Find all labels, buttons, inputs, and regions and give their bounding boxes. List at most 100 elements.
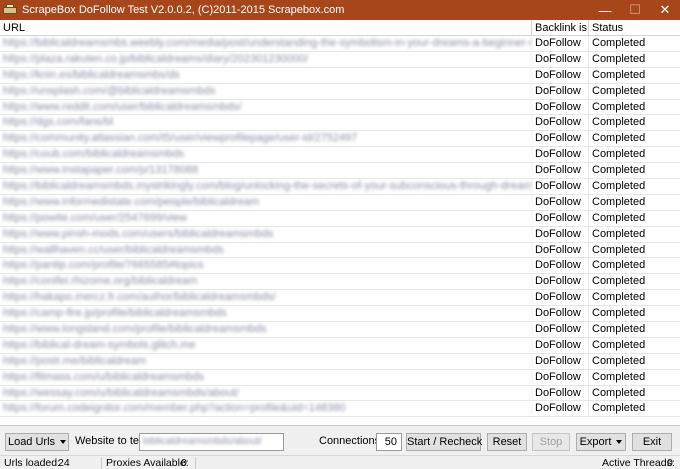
backlink-cell: DoFollow [532, 274, 589, 290]
status-cell: Completed [592, 52, 646, 65]
proxies-label: Proxies Available: [106, 457, 189, 469]
backlink-cell: DoFollow [532, 194, 589, 210]
chevron-down-icon [616, 440, 623, 445]
connections-input[interactable]: 50 [376, 433, 402, 451]
url-cell: https://hakapo.mercz.fr.com/author/bibli… [0, 290, 532, 306]
backlink-cell: DoFollow [532, 115, 589, 131]
proxies-count: 0 [181, 457, 187, 469]
table-row[interactable]: https://biblical-dream-symbols.glitch.me… [0, 337, 680, 354]
load-urls-label: Load Urls [7, 436, 56, 448]
backlink-cell: DoFollow [532, 210, 589, 226]
column-header-backlink[interactable]: Backlink is [532, 20, 589, 35]
table-row[interactable]: https://www.pinsh-mods.com/users/biblica… [0, 226, 680, 243]
backlink-cell: DoFollow [532, 147, 589, 163]
export-button[interactable]: Export [576, 433, 626, 451]
url-cell: https://biblicaldreamsmbs.weebly.com/med… [0, 36, 532, 51]
url-cell: https://wallhaven.cc/user/biblicaldreams… [0, 242, 532, 258]
exit-button[interactable]: Exit [632, 433, 672, 451]
backlink-cell: DoFollow [532, 179, 589, 194]
minimize-button[interactable]: — [590, 0, 620, 20]
table-row[interactable]: https://plaza.rakuten.co.jp/biblicaldrea… [0, 51, 680, 68]
load-urls-button[interactable]: Load Urls [5, 433, 69, 451]
status-divider [195, 457, 196, 469]
status-cell: Completed [592, 402, 646, 415]
table-row[interactable]: https://wallhaven.cc/user/biblicaldreams… [0, 242, 680, 259]
backlink-cell: DoFollow [532, 369, 589, 385]
url-cell: https://www.longsland.com/profile/biblic… [0, 322, 532, 337]
results-grid[interactable]: URL Backlink is Status https://biblicald… [0, 20, 680, 426]
status-cell: Completed [592, 370, 646, 383]
backlink-cell: DoFollow [532, 306, 589, 322]
url-cell: https://www.informedistate.com/people/bi… [0, 194, 532, 210]
status-cell: Completed [592, 354, 646, 367]
table-row[interactable]: https://www.instapaper.com/p/13178088 DoF… [0, 163, 680, 180]
status-cell: Completed [592, 259, 646, 272]
backlink-cell: DoFollow [532, 258, 589, 274]
table-row[interactable]: https://forum.codeignitor.com/member.php… [0, 401, 680, 418]
chevron-down-icon [60, 440, 67, 445]
status-cell: Completed [592, 84, 646, 97]
table-row[interactable]: https://camp-fire.jp/profile/biblicaldre… [0, 306, 680, 323]
url-cell: https://plaza.rakuten.co.jp/biblicaldrea… [0, 51, 532, 67]
stop-button[interactable]: Stop [532, 433, 570, 451]
maximize-button[interactable]: ☐ [620, 0, 650, 20]
status-cell: Completed [592, 116, 646, 129]
column-header-status[interactable]: Status [589, 20, 680, 35]
backlink-cell: DoFollow [532, 401, 589, 417]
url-cell: https://www.instapaper.com/p/13178088 [0, 163, 532, 179]
status-cell: Completed [592, 164, 646, 177]
table-row[interactable]: https://biblicaldreamsmbs.weebly.com/med… [0, 36, 680, 52]
website-input[interactable]: biblicaldreamsmbds/about/ [139, 433, 284, 451]
table-row[interactable]: https://fitmass.com/u/biblicaldreamsmbds… [0, 369, 680, 386]
window-title: ScrapeBox DoFollow Test V2.0.0.2, (C)201… [22, 4, 345, 16]
start-recheck-button[interactable]: Start / Recheck [406, 433, 482, 451]
table-row[interactable]: https://coub.com/biblicaldreamsmbds DoFol… [0, 147, 680, 164]
toolbar: Load Urls Website to test: biblicaldream… [0, 431, 680, 453]
table-row[interactable]: https://conifer.rhizome.org/biblicaldrea… [0, 274, 680, 291]
status-cell: Completed [592, 195, 646, 208]
status-cell: Completed [592, 148, 646, 161]
backlink-cell: DoFollow [532, 36, 589, 51]
status-cell: Completed [592, 386, 646, 399]
close-button[interactable]: ✕ [650, 0, 680, 20]
column-header-url[interactable]: URL [0, 20, 532, 35]
table-row[interactable]: https://unsplash.com/@biblicaldreamsmbds… [0, 83, 680, 100]
backlink-cell: DoFollow [532, 226, 589, 242]
backlink-cell: DoFollow [532, 290, 589, 306]
reset-button[interactable]: Reset [487, 433, 527, 451]
status-cell: Completed [592, 291, 646, 304]
backlink-cell: DoFollow [532, 83, 589, 99]
table-row[interactable]: https://community.atlassian.com/t5/user/… [0, 131, 680, 148]
table-row[interactable]: https://dgs.com/fans/bl DoFollow Completed [0, 115, 680, 132]
table-row[interactable]: https://pantip.com/profile/7665585#topic… [0, 258, 680, 275]
table-row[interactable]: https://biblicaldreamsmbds.mystrikingly.… [0, 179, 680, 195]
table-row[interactable]: https://www.reddit.com/user/biblicaldrea… [0, 99, 680, 116]
url-cell: https://wessay.com/u/biblicaldreamsmbds/… [0, 385, 532, 401]
status-divider [101, 457, 102, 469]
backlink-cell: DoFollow [532, 131, 589, 147]
table-row[interactable]: https://postr.me/biblicaldream DoFollow Co… [0, 353, 680, 370]
backlink-cell: DoFollow [532, 51, 589, 67]
grid-header: URL Backlink is Status [0, 20, 680, 36]
backlink-cell: DoFollow [532, 99, 589, 115]
table-row[interactable]: https://powite.com/user/2547699/view DoFo… [0, 210, 680, 227]
table-row[interactable]: https://hakapo.mercz.fr.com/author/bibli… [0, 290, 680, 307]
url-cell: https://www.pinsh-mods.com/users/biblica… [0, 226, 532, 242]
backlink-cell: DoFollow [532, 353, 589, 369]
status-cell: Completed [592, 243, 646, 256]
backlink-cell: DoFollow [532, 322, 589, 337]
backlink-cell: DoFollow [532, 242, 589, 258]
url-cell: https://coub.com/biblicaldreamsmbds [0, 147, 532, 163]
status-cell: Completed [592, 323, 646, 336]
status-cell: Completed [592, 307, 646, 320]
url-cell: https://unsplash.com/@biblicaldreamsmbds [0, 83, 532, 99]
table-row[interactable]: https://www.longsland.com/profile/biblic… [0, 322, 680, 338]
export-label: Export [579, 436, 612, 448]
backlink-cell: DoFollow [532, 163, 589, 179]
table-row[interactable]: https://wessay.com/u/biblicaldreamsmbds/… [0, 385, 680, 402]
active-threads-count: 0 [667, 457, 673, 469]
url-cell: https://community.atlassian.com/t5/user/… [0, 131, 532, 147]
table-row[interactable]: https://www.informedistate.com/people/bi… [0, 194, 680, 211]
url-cell: https://forum.codeignitor.com/member.php… [0, 401, 532, 417]
table-row[interactable]: https://knin.es/biblicaldreamsmbs/ds DoFo… [0, 67, 680, 84]
